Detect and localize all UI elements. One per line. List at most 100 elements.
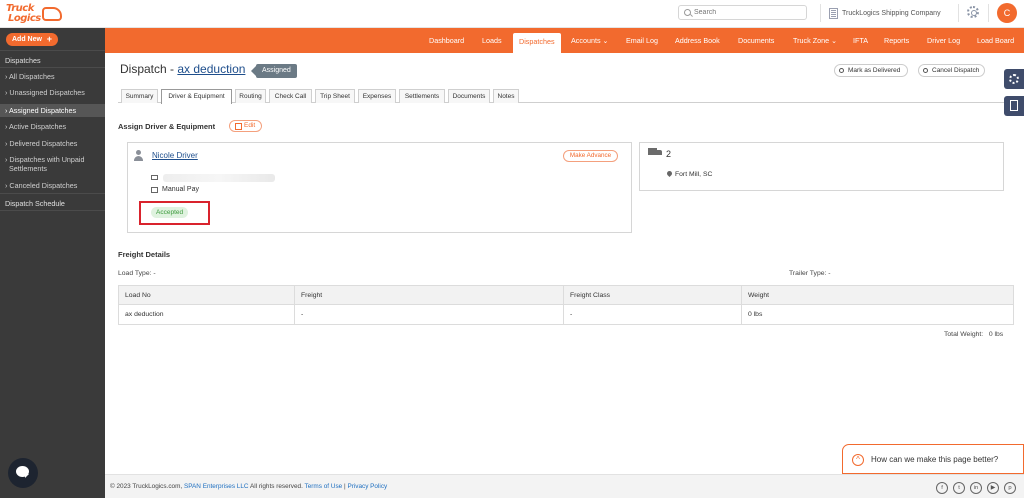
mail-icon: [151, 175, 158, 180]
nav-accounts[interactable]: Accounts ⌄: [571, 28, 609, 53]
pay-type: Manual Pay: [162, 186, 199, 193]
tab-check-call[interactable]: Check Call: [269, 89, 312, 103]
sidebar-group-dispatches[interactable]: Dispatches: [0, 56, 105, 65]
footer: © 2023 TruckLogics.com, SPAN Enterprises…: [105, 474, 1024, 498]
col-weight: Weight: [741, 285, 1014, 305]
user-avatar[interactable]: C: [997, 3, 1017, 23]
mark-delivered-button[interactable]: Mark as Delivered: [834, 64, 908, 77]
assign-heading: Assign Driver & Equipment: [118, 122, 216, 131]
make-advance-button[interactable]: Make Advance: [563, 150, 618, 162]
sidebar-item-active-dispatches[interactable]: › Active Dispatches: [0, 122, 105, 131]
span-enterprises-link[interactable]: SPAN Enterprises LLC: [184, 483, 249, 490]
col-freight-class: Freight Class: [563, 285, 742, 305]
trucklogics-logo[interactable]: Truck Logics: [6, 3, 62, 25]
twitter-icon[interactable]: t: [953, 482, 965, 494]
cancel-dispatch-label: Cancel Dispatch: [932, 67, 980, 74]
settings-gear-icon[interactable]: [967, 6, 979, 18]
tab-trip-sheet[interactable]: Trip Sheet: [315, 89, 355, 103]
footer-text: © 2023 TruckLogics.com, SPAN Enterprises…: [110, 483, 387, 490]
document-icon: [1010, 100, 1018, 111]
truck-number: 2: [666, 149, 672, 159]
dispatch-link[interactable]: ax deduction: [177, 62, 245, 76]
pinterest-icon[interactable]: p: [1004, 482, 1016, 494]
logo-text-logics: Logics: [8, 13, 41, 24]
sidebar-item-unassigned-dispatches[interactable]: › Unassigned Dispatches: [0, 88, 105, 97]
driver-email-redacted: [163, 174, 275, 182]
sidebar: Add New + Dispatches › All Dispatches › …: [0, 28, 105, 498]
dispatch-tabs: Summary Driver & Equipment Routing Check…: [118, 89, 1018, 104]
chat-bubble-icon[interactable]: [8, 458, 38, 488]
privacy-policy-link[interactable]: Privacy Policy: [347, 483, 387, 490]
equipment-card: [639, 142, 1004, 191]
top-header: Truck Logics TruckLogics Shipping Compan…: [0, 0, 1024, 28]
chevron-up-icon: ^: [852, 454, 864, 466]
driver-person-icon: [134, 150, 144, 161]
nav-ifta[interactable]: IFTA: [853, 28, 868, 53]
main-nav: Dashboard Loads Dispatches Accounts ⌄ Em…: [105, 28, 1024, 53]
cancel-dispatch-button[interactable]: Cancel Dispatch: [918, 64, 985, 77]
tab-settlements[interactable]: Settlements: [399, 89, 445, 103]
cell-freight-class: -: [563, 304, 742, 325]
truck-location: Fort Mill, SC: [675, 171, 713, 178]
pay-icon: [151, 187, 158, 193]
nav-load-board[interactable]: Load Board: [977, 28, 1014, 53]
cell-load-no: ax deduction: [118, 304, 295, 325]
nav-loads[interactable]: Loads: [482, 28, 502, 53]
linkedin-icon[interactable]: in: [970, 482, 982, 494]
freight-table: Load No Freight Freight Class Weight ax …: [118, 285, 1014, 325]
edit-button[interactable]: Edit: [229, 120, 262, 132]
add-new-button[interactable]: Add New +: [6, 33, 58, 46]
footer-rights: All rights reserved.: [249, 483, 303, 490]
tab-expenses[interactable]: Expenses: [358, 89, 396, 103]
page-title: Dispatch - ax deduction: [120, 62, 245, 76]
nav-address-book[interactable]: Address Book: [675, 28, 720, 53]
nav-dashboard[interactable]: Dashboard: [429, 28, 464, 53]
sidebar-item-delivered-dispatches[interactable]: › Delivered Dispatches: [0, 139, 105, 148]
footer-separator: |: [343, 483, 346, 490]
table-row: ax deduction - - 0 lbs: [118, 304, 1014, 325]
footer-copyright: © 2023 TruckLogics.com,: [110, 483, 183, 490]
tab-documents[interactable]: Documents: [448, 89, 490, 103]
quick-settings-button[interactable]: [1004, 69, 1024, 89]
sidebar-divider: [0, 210, 105, 211]
quick-notes-button[interactable]: [1004, 96, 1024, 116]
facebook-icon[interactable]: f: [936, 482, 948, 494]
sidebar-item-dispatch-schedule[interactable]: Dispatch Schedule: [0, 199, 105, 208]
nav-email-log[interactable]: Email Log: [626, 28, 658, 53]
gear-icon: [1009, 74, 1019, 84]
tab-summary[interactable]: Summary: [121, 89, 158, 103]
nav-truck-zone[interactable]: Truck Zone ⌄: [793, 28, 837, 53]
terms-of-use-link[interactable]: Terms of Use: [305, 483, 343, 490]
status-badge: Assigned: [251, 64, 297, 78]
tab-routing[interactable]: Routing: [235, 89, 266, 103]
feedback-widget[interactable]: ^ How can we make this page better?: [842, 444, 1024, 474]
trailer-type: Trailer Type: -: [789, 270, 831, 277]
sidebar-item-canceled-dispatches[interactable]: › Canceled Dispatches: [0, 181, 105, 190]
header-divider: [820, 4, 821, 22]
sidebar-item-unpaid-settlements[interactable]: › Dispatches with Unpaid Settlements: [0, 155, 105, 173]
truck-icon: [648, 148, 662, 157]
sidebar-item-assigned-dispatches[interactable]: › Assigned Dispatches: [0, 104, 105, 117]
driver-name-link[interactable]: Nicole Driver: [152, 151, 198, 160]
youtube-icon[interactable]: ▶: [987, 482, 999, 494]
plus-icon: +: [46, 34, 52, 44]
sidebar-item-all-dispatches[interactable]: › All Dispatches: [0, 72, 105, 81]
tab-driver-equipment[interactable]: Driver & Equipment: [161, 89, 232, 104]
cell-freight: -: [294, 304, 564, 325]
nav-documents[interactable]: Documents: [738, 28, 774, 53]
nav-driver-log[interactable]: Driver Log: [927, 28, 960, 53]
search-icon: [684, 9, 691, 16]
col-freight: Freight: [294, 285, 564, 305]
tab-notes[interactable]: Notes: [493, 89, 519, 103]
nav-dispatches[interactable]: Dispatches: [513, 33, 561, 53]
nav-reports[interactable]: Reports: [884, 28, 909, 53]
header-divider: [988, 4, 989, 22]
company-selector[interactable]: TruckLogics Shipping Company: [829, 6, 941, 20]
add-new-label: Add New: [12, 36, 42, 43]
building-icon: [829, 7, 838, 19]
search-box[interactable]: [678, 5, 807, 20]
page-title-prefix: Dispatch -: [120, 62, 178, 76]
highlight-box: [139, 201, 210, 225]
cell-weight: 0 lbs: [741, 304, 1014, 325]
search-input[interactable]: [694, 7, 802, 18]
